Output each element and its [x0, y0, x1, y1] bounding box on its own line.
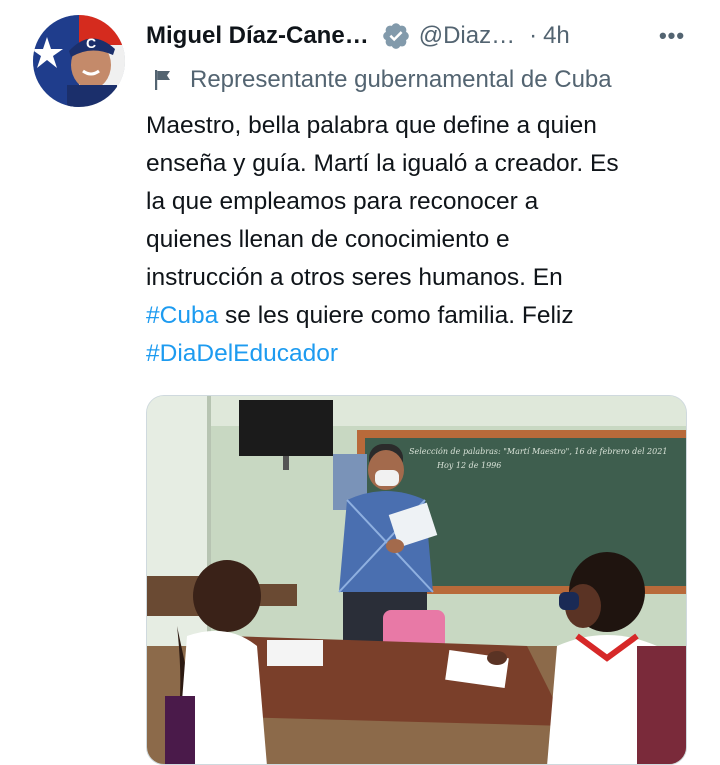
author-handle[interactable]: @Diaz… [419, 22, 515, 50]
blackboard-writing-2: Hoy 12 de 1996 [436, 461, 501, 470]
hashtag-diadeleducador-link[interactable]: #DiaDelEducador [146, 340, 338, 367]
tweet-text-line: enseña y guía. Martí la igualó a creador… [146, 150, 619, 177]
tweet-text-line: #Cuba se les quiere como familia. Feliz [146, 297, 691, 335]
flag-icon [152, 68, 176, 92]
tweet-text-line: la que empleamos para reconocer a [146, 188, 539, 215]
separator-dot: · [529, 22, 538, 49]
tweet-text-line: #DiaDelEducador [146, 335, 691, 373]
tweet-text: Maestro, bella palabra que define a quie… [146, 107, 691, 373]
tweet-text-line: Maestro, bella palabra que define a quie… [146, 112, 597, 139]
more-options-icon[interactable]: ••• [652, 16, 692, 56]
tweet-text-line: quienes llenan de conocimiento e [146, 226, 510, 253]
tweet-header: Miguel Díaz-Cane… @Diaz… · 4h [146, 16, 694, 56]
tweet-media-photo[interactable]: Selección de palabras: "Martí Maestro", … [146, 395, 687, 765]
tweet-timestamp[interactable]: 4h [543, 22, 570, 50]
author-name[interactable]: Miguel Díaz-Cane… [146, 22, 369, 50]
tweet-text-fragment: se les quiere como familia. Feliz [218, 302, 574, 329]
hashtag-cuba-link[interactable]: #Cuba [146, 302, 218, 329]
government-label[interactable]: Representante gubernamental de Cuba [152, 62, 612, 98]
verified-badge-icon [381, 21, 411, 51]
blackboard-writing-1: Selección de palabras: "Martí Maestro", … [409, 447, 667, 456]
svg-text:C: C [86, 35, 96, 51]
government-label-text: Representante gubernamental de Cuba [190, 66, 612, 93]
author-avatar[interactable]: C [33, 15, 125, 107]
tweet-text-line: instrucción a otros seres humanos. En [146, 264, 563, 291]
